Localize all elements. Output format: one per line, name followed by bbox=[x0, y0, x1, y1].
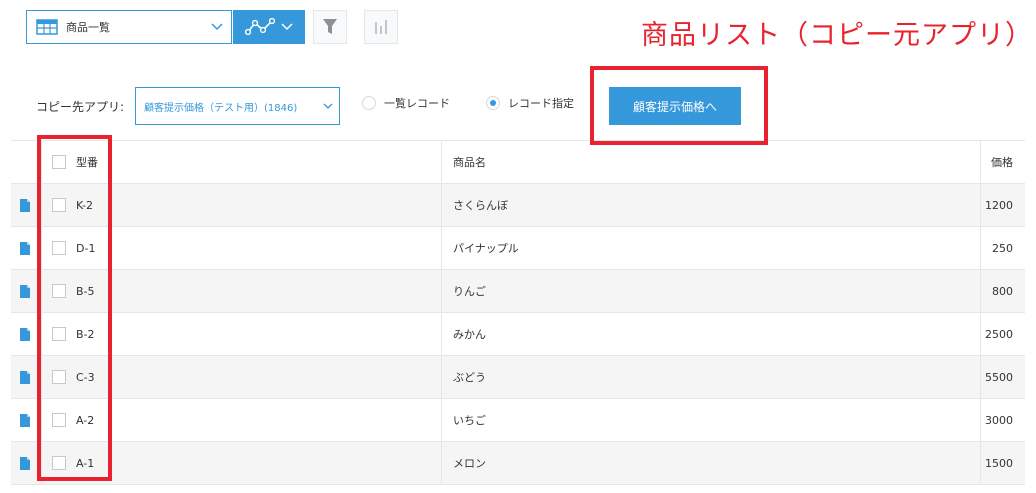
view-select[interactable]: 商品一覧 bbox=[26, 10, 232, 44]
header-price[interactable]: 価格 bbox=[991, 141, 1013, 183]
record-detail-icon[interactable] bbox=[20, 370, 30, 384]
filter-icon bbox=[323, 19, 337, 34]
table-header: 型番 商品名 価格 bbox=[11, 140, 1025, 184]
cell-price: 3000 bbox=[985, 413, 1013, 427]
table-row: A-1 メロン 1500 bbox=[11, 442, 1025, 485]
graph-view-button[interactable] bbox=[233, 10, 305, 44]
copy-destination-value: 顧客提示価格（テスト用）(1846) bbox=[144, 102, 298, 114]
cell-name: パイナップル bbox=[453, 242, 519, 255]
radio-specify-label: レコード指定 bbox=[508, 97, 574, 110]
cell-name: さくらんぼ bbox=[453, 199, 508, 212]
cell-name: みかん bbox=[453, 328, 486, 341]
radio-list-label: 一覧レコード bbox=[384, 97, 450, 110]
cell-price: 800 bbox=[992, 284, 1013, 298]
table-row: A-2 いちご 3000 bbox=[11, 399, 1025, 442]
table-row: K-2 さくらんぼ 1200 bbox=[11, 184, 1025, 227]
chart-button[interactable] bbox=[364, 10, 398, 44]
record-detail-icon[interactable] bbox=[20, 198, 30, 212]
table-icon bbox=[36, 19, 58, 35]
table-row: B-2 みかん 2500 bbox=[11, 313, 1025, 356]
cell-price: 2500 bbox=[985, 327, 1013, 341]
record-detail-icon[interactable] bbox=[20, 456, 30, 470]
cell-name: いちご bbox=[453, 414, 486, 427]
cell-price: 250 bbox=[992, 241, 1013, 255]
record-detail-icon[interactable] bbox=[20, 284, 30, 298]
header-name[interactable]: 商品名 bbox=[453, 141, 486, 183]
bar-chart-icon bbox=[375, 20, 387, 34]
annotation-box-checkbox-column bbox=[37, 135, 112, 481]
view-label: 商品一覧 bbox=[66, 21, 110, 34]
chevron-down-icon bbox=[211, 23, 223, 31]
cell-name: りんご bbox=[453, 285, 486, 298]
copy-destination-select[interactable]: 顧客提示価格（テスト用）(1846) bbox=[135, 87, 340, 125]
table-row: D-1 パイナップル 250 bbox=[11, 227, 1025, 270]
cell-price: 1500 bbox=[985, 456, 1013, 470]
radio-button-checked[interactable] bbox=[486, 96, 500, 110]
radio-button[interactable] bbox=[362, 96, 376, 110]
records-table: 型番 商品名 価格 K-2 さくらんぼ 1200 D-1 パイナップル 250 B-5 りんご… bbox=[11, 140, 1025, 485]
record-detail-icon[interactable] bbox=[20, 327, 30, 341]
table-row: B-5 りんご 800 bbox=[11, 270, 1025, 313]
cell-name: メロン bbox=[453, 457, 486, 470]
filter-button[interactable] bbox=[313, 10, 347, 44]
annotation-box-button bbox=[590, 66, 768, 145]
annotation-title: 商品リスト（コピー元アプリ） bbox=[641, 20, 1033, 51]
record-detail-icon[interactable] bbox=[20, 241, 30, 255]
line-graph-icon bbox=[245, 18, 275, 36]
cell-price: 5500 bbox=[985, 370, 1013, 384]
copy-destination-label: コピー先アプリ: bbox=[36, 100, 125, 114]
radio-specify-records[interactable]: レコード指定 bbox=[486, 95, 574, 111]
cell-name: ぶどう bbox=[453, 371, 486, 384]
table-row: C-3 ぶどう 5500 bbox=[11, 356, 1025, 399]
cell-price: 1200 bbox=[985, 198, 1013, 212]
radio-list-records[interactable]: 一覧レコード bbox=[362, 95, 450, 111]
chevron-down-icon bbox=[281, 23, 293, 31]
chevron-down-icon bbox=[323, 103, 333, 109]
record-detail-icon[interactable] bbox=[20, 413, 30, 427]
